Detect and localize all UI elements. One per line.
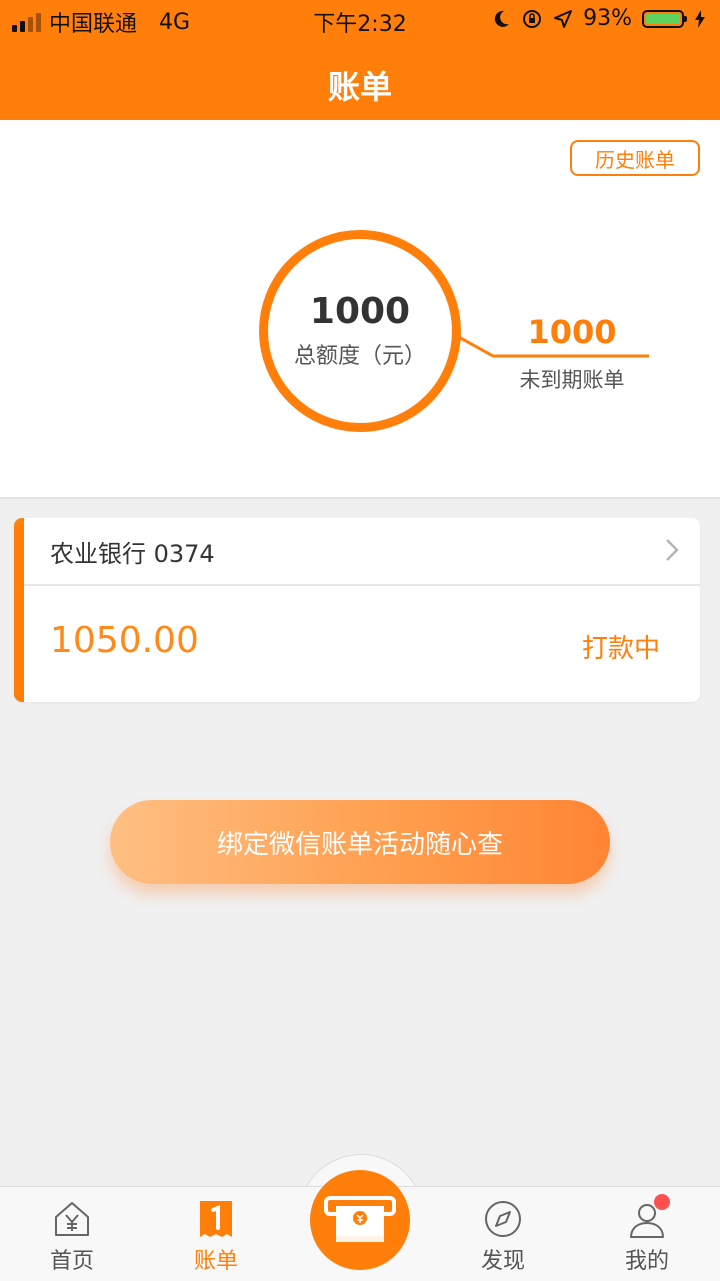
total-credit-ring: 1000 总额度（元） [259,230,461,432]
tab-mine-label: 我的 [624,1249,669,1274]
status-bar: 中国联通 4G 下午2:32 93% [0,0,720,40]
center-cash-button[interactable] [310,1170,410,1270]
chevron-right-icon [666,539,679,561]
tab-mine[interactable]: 我的 [592,1187,702,1281]
summary-section: 历史账单 1000 总额度（元） 1000 未到期账单 [0,120,720,499]
card-accent-bar [14,518,24,702]
rotation-lock-icon [523,9,542,28]
history-bills-button[interactable]: 历史账单 [570,140,700,176]
tab-discover-label: 发现 [480,1249,525,1274]
charging-icon [695,9,705,28]
pending-bill-value: 1000 [527,313,617,351]
battery-icon [642,9,687,28]
tab-bill[interactable]: 账单 [161,1187,271,1281]
tab-home[interactable]: 首页 [17,1187,127,1281]
card-header[interactable]: 农业银行 0374 [24,518,700,586]
bill-amount: 1050.00 [50,620,199,661]
location-icon [554,9,573,28]
compass-icon [485,1201,521,1237]
pending-bill-label: 未到期账单 [519,368,625,392]
total-credit-label: 总额度（元） [293,344,426,369]
tab-bill-label: 账单 [193,1249,238,1274]
bill-icon [200,1201,232,1237]
bill-status: 打款中 [581,634,660,664]
notification-dot [654,1194,670,1210]
battery-percent: 93% [583,6,632,31]
tab-home-label: 首页 [49,1249,94,1274]
tab-discover[interactable]: 发现 [448,1187,558,1281]
cash-machine-icon [324,1196,396,1242]
home-yen-icon [55,1202,89,1236]
total-credit-value: 1000 [309,291,411,332]
moon-icon [494,10,510,27]
page-title: 账单 [327,68,392,106]
header-bar: 中国联通 4G 下午2:32 93% 账单 [0,0,720,120]
bank-name: 农业银行 0374 [50,540,215,568]
bank-bill-card[interactable]: 农业银行 0374 1050.00 打款中 [14,518,700,702]
bind-wechat-button[interactable]: 绑定微信账单活动随心查 [110,800,610,884]
